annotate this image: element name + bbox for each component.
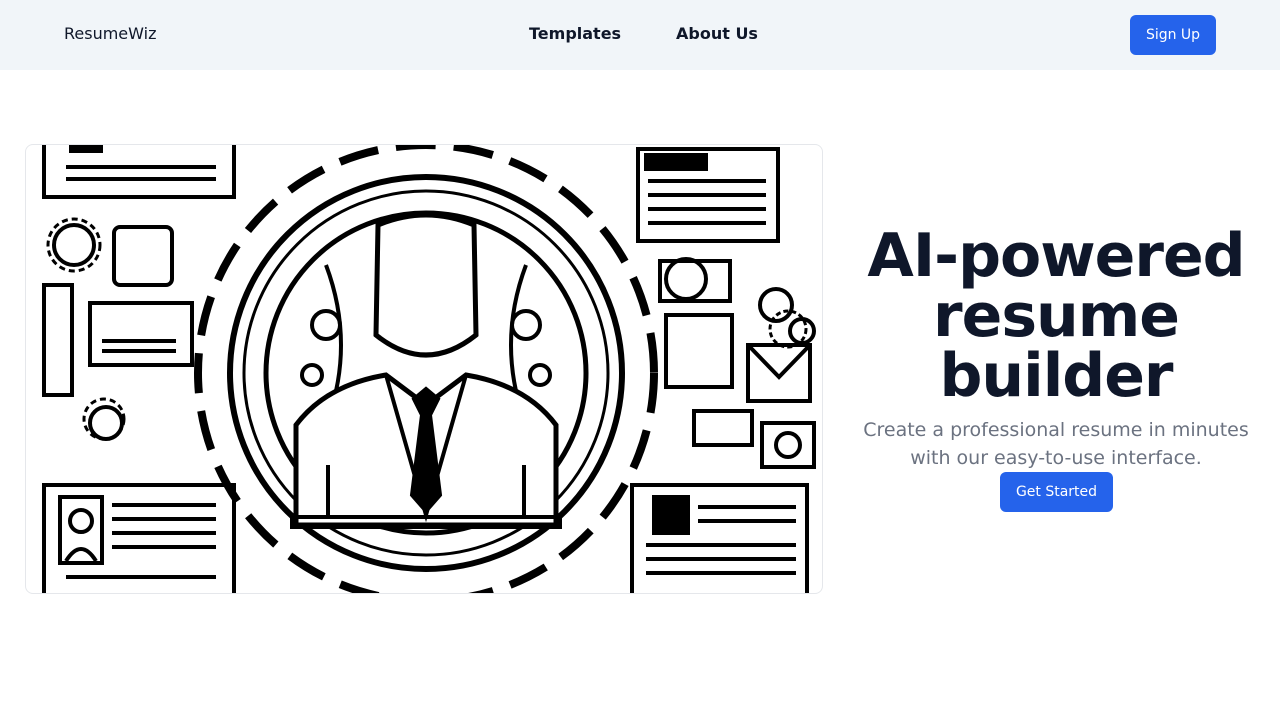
get-started-button[interactable]: Get Started: [1000, 472, 1113, 512]
hero-illustration: [25, 144, 823, 594]
hero-headline: AI-powered resume builder: [867, 221, 1245, 411]
brand-logo-link[interactable]: ResumeWiz: [64, 24, 156, 43]
top-navbar: ResumeWiz Templates About Us Sign Up: [0, 0, 1280, 70]
businessman-gear-illustration-icon: [42, 145, 816, 593]
nav-about-link[interactable]: About Us: [676, 24, 758, 43]
nav-templates-link[interactable]: Templates: [529, 24, 621, 43]
hero-subtitle: Create a professional resume in minutes …: [863, 419, 1249, 469]
sign-up-button[interactable]: Sign Up: [1130, 15, 1216, 55]
